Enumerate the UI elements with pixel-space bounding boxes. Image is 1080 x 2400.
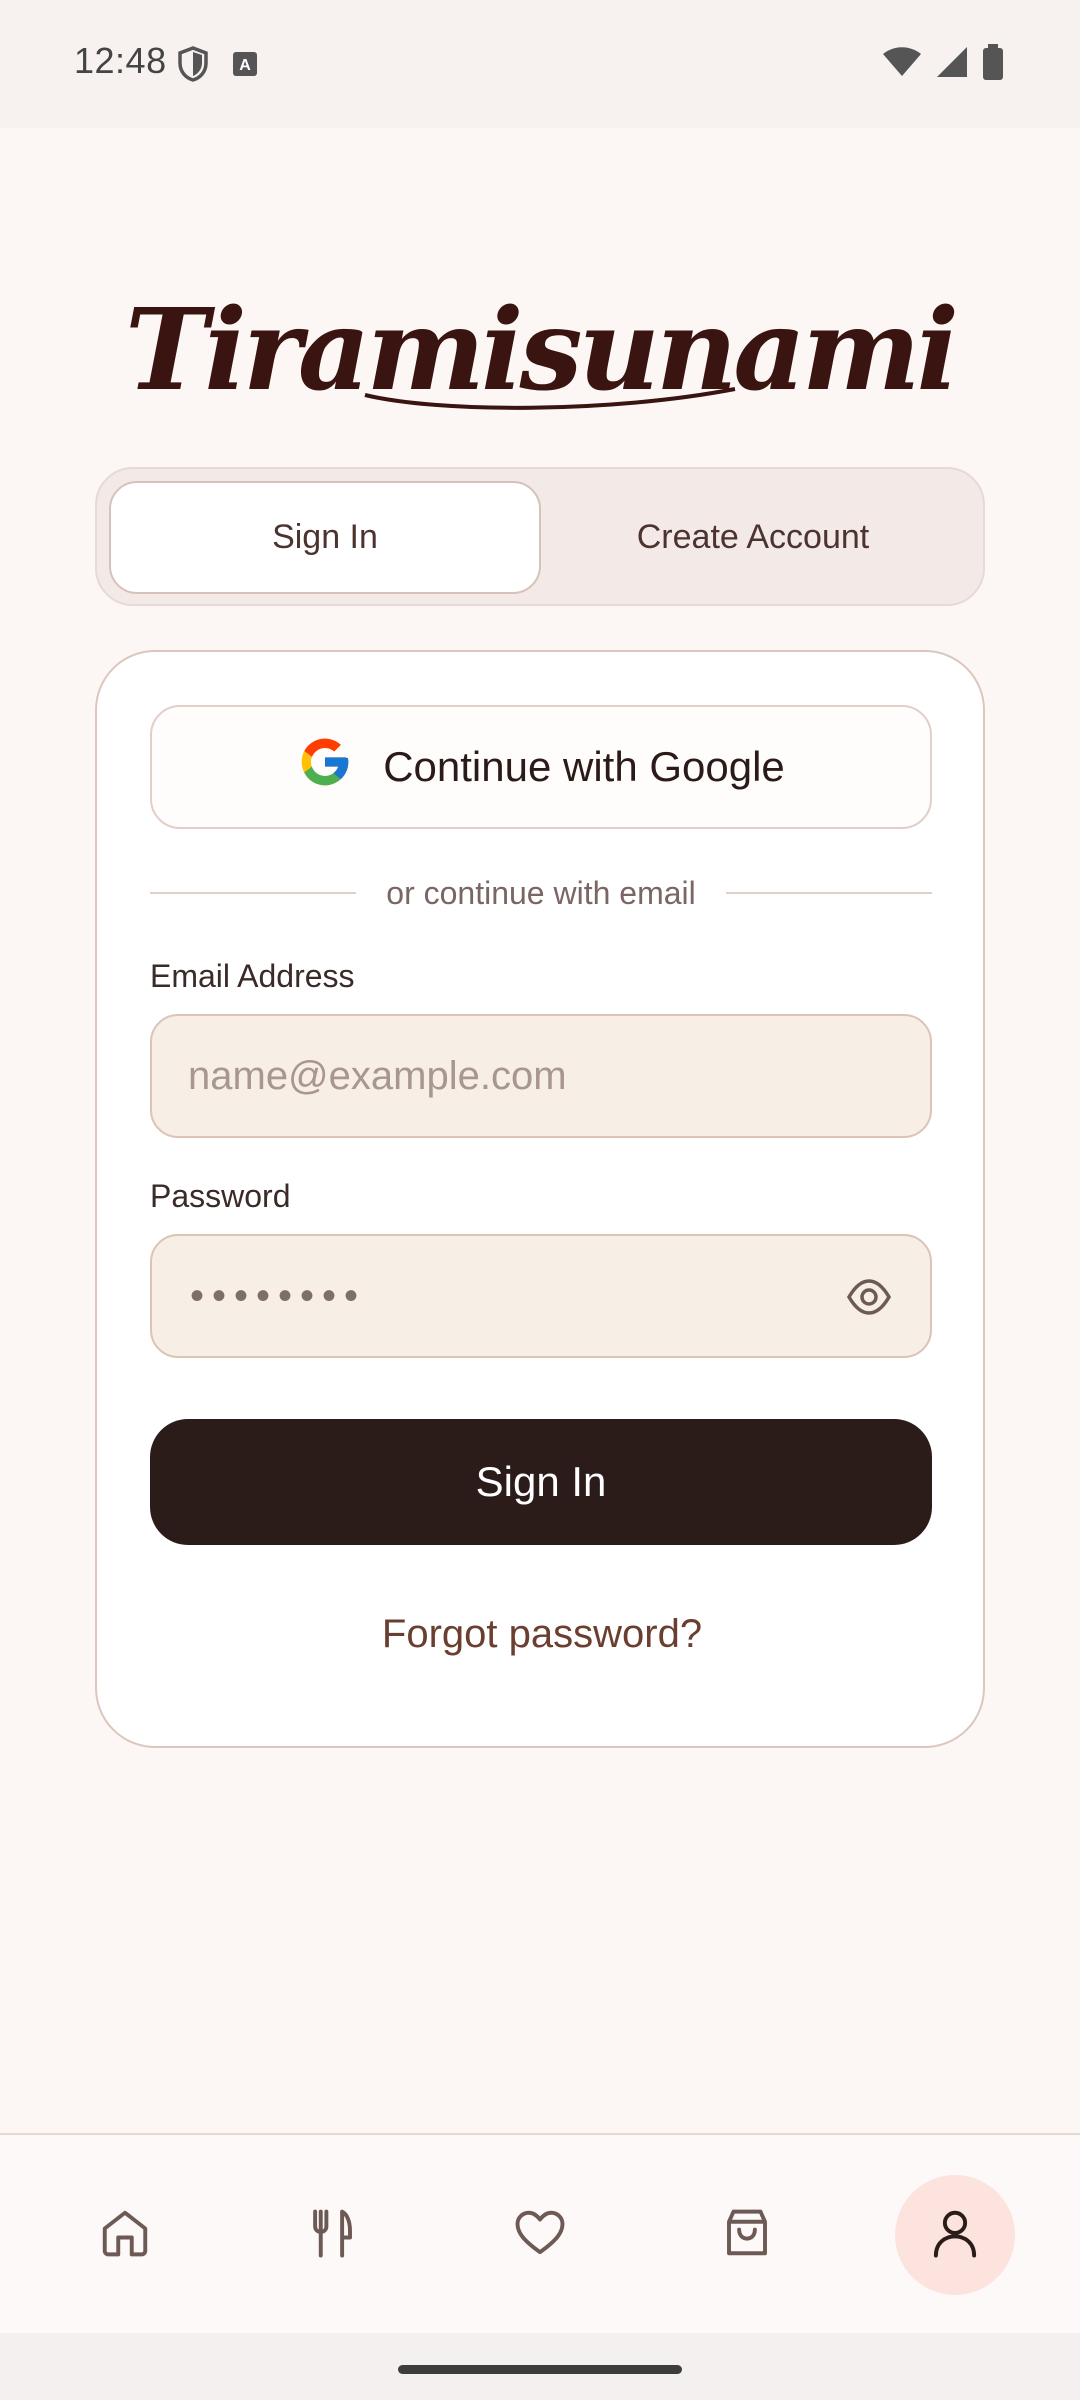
auth-tab-switcher: Sign In Create Account	[95, 467, 985, 606]
google-button-label: Continue with Google	[383, 743, 785, 790]
battery-icon	[982, 44, 1004, 85]
google-icon	[297, 734, 353, 800]
logo-swash	[364, 387, 736, 410]
home-gesture-bar[interactable]	[398, 2365, 682, 2374]
email-input[interactable]	[188, 1016, 828, 1136]
google-sign-in-button[interactable]: Continue with Google	[150, 705, 932, 829]
forgot-password-link[interactable]: Forgot password?	[97, 1612, 987, 1657]
password-field[interactable]: ••••••••	[150, 1234, 932, 1358]
svg-text:A: A	[239, 57, 251, 74]
utensils-icon	[305, 2206, 359, 2265]
nav-profile[interactable]	[895, 2175, 1015, 2295]
status-time: 12:48	[74, 40, 167, 81]
nav-favorites[interactable]	[480, 2175, 600, 2295]
divider: or continue with email	[150, 868, 933, 918]
sign-in-card: Continue with Google or continue with em…	[95, 650, 985, 1748]
bottom-navigation	[0, 2133, 1080, 2333]
email-field-container	[150, 1014, 932, 1138]
password-label: Password	[150, 1178, 291, 1214]
nav-cart[interactable]	[687, 2175, 807, 2295]
signal-icon	[936, 46, 968, 83]
wifi-icon	[882, 46, 922, 83]
divider-text: or continue with email	[386, 874, 696, 911]
sign-in-button[interactable]: Sign In	[150, 1419, 932, 1545]
divider-line-right	[725, 892, 933, 894]
status-bar: 12:48 A	[0, 0, 1080, 128]
divider-line-left	[150, 892, 357, 894]
shopping-bag-icon	[720, 2206, 774, 2265]
password-masked-value: ••••••••	[190, 1273, 367, 1318]
keyboard-icon: A	[232, 51, 258, 82]
user-icon	[928, 2206, 982, 2265]
heart-icon	[513, 2206, 567, 2265]
tab-sign-in[interactable]: Sign In	[109, 481, 541, 594]
show-password-icon[interactable]	[846, 1276, 892, 1323]
home-icon	[98, 2206, 152, 2265]
shield-icon	[178, 46, 208, 87]
nav-menu[interactable]	[272, 2175, 392, 2295]
nav-home[interactable]	[65, 2175, 185, 2295]
email-label: Email Address	[150, 958, 355, 994]
tab-create-account[interactable]: Create Account	[537, 481, 969, 594]
